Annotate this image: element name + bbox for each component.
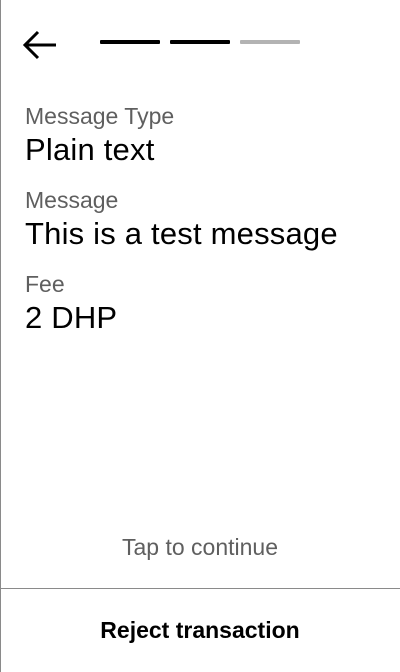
step-indicator — [170, 40, 230, 44]
field-message: Message This is a test message — [25, 186, 395, 254]
arrow-left-icon — [22, 30, 56, 60]
field-value: This is a test message — [25, 216, 338, 251]
progress-stepper — [100, 40, 300, 44]
reject-transaction-button[interactable]: Reject transaction — [0, 589, 400, 672]
field-fee: Fee 2 DHP — [25, 270, 395, 338]
field-label: Fee — [25, 271, 65, 297]
left-edge-border — [0, 0, 1, 672]
step-indicator — [100, 40, 160, 44]
field-value: Plain text — [25, 132, 155, 167]
tap-to-continue-hint[interactable]: Tap to continue — [0, 532, 400, 562]
field-value: 2 DHP — [25, 300, 118, 335]
field-message-type: Message Type Plain text — [25, 102, 395, 170]
transaction-details: Message Type Plain text Message This is … — [25, 102, 395, 354]
step-indicator — [240, 40, 300, 44]
field-label: Message Type — [25, 103, 175, 129]
field-label: Message — [25, 187, 119, 213]
back-button[interactable] — [22, 26, 62, 62]
